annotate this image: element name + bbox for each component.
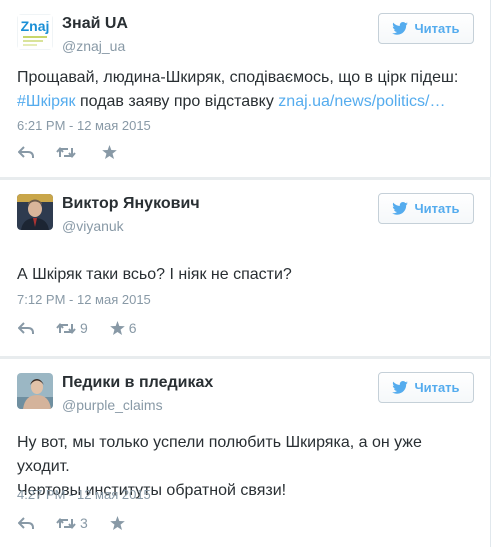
tweet-text-line: Ну вот, мы только успели полюбить Шкиряк…: [17, 434, 422, 475]
twitter-bird-icon: [392, 381, 409, 394]
tweet-card: Виктор Янукович @viyanuk Читать А Шкіряк…: [0, 180, 491, 356]
tweet-card: Znaj Знай UA @znaj_ua Читать Прощавай, л…: [0, 0, 491, 177]
user-names: Педики в пледиках @purple_claims: [62, 373, 213, 415]
follow-label: Читать: [414, 21, 460, 36]
twitter-bird-icon: [392, 22, 409, 35]
favorite-button[interactable]: [102, 145, 121, 159]
retweet-button[interactable]: 9: [56, 320, 88, 336]
tweet-timestamp[interactable]: 4:27 PM - 12 мая 2015: [17, 487, 151, 502]
tweet-actions: 9 6: [18, 320, 159, 336]
follow-label: Читать: [414, 201, 460, 216]
retweet-button[interactable]: 3: [56, 515, 88, 531]
user-handle[interactable]: @znaj_ua: [62, 36, 128, 56]
retweet-icon: [56, 146, 76, 158]
follow-button[interactable]: Читать: [378, 193, 474, 224]
display-name[interactable]: Педики в пледиках: [62, 373, 213, 393]
favorite-button[interactable]: 6: [109, 320, 137, 336]
star-icon: [109, 321, 125, 335]
hashtag-link[interactable]: #Шкіряк: [17, 93, 76, 110]
reply-icon: [18, 145, 34, 158]
follow-label: Читать: [414, 380, 460, 395]
follow-button[interactable]: Читать: [378, 13, 474, 44]
tweet-text: Прощавай, людина-Шкиряк, сподіваємось, щ…: [17, 66, 472, 114]
reply-button[interactable]: [18, 516, 34, 530]
user-names: Виктор Янукович @viyanuk: [62, 194, 200, 236]
retweet-count: 9: [80, 320, 88, 336]
user-handle[interactable]: @purple_claims: [62, 395, 213, 415]
retweet-icon: [56, 517, 76, 529]
znaj-logo-icon[interactable]: Znaj: [17, 14, 53, 50]
retweet-count: 3: [80, 515, 88, 531]
favorite-button[interactable]: [109, 516, 129, 530]
tweet-text: А Шкіряк таки всьо? І ніяк не спасти?: [17, 266, 292, 283]
url-link[interactable]: znaj.ua/news/politics/…: [278, 93, 445, 110]
display-name[interactable]: Виктор Янукович: [62, 194, 200, 214]
retweet-icon: [56, 322, 76, 334]
tweet-text-part: Прощавай, людина-Шкиряк, сподіваємось, щ…: [17, 69, 459, 86]
tweet-text-part: подав заяву про відставку: [75, 93, 279, 110]
reply-button[interactable]: [18, 321, 34, 335]
twitter-bird-icon: [392, 202, 409, 215]
reply-button[interactable]: [18, 145, 34, 159]
favorite-count: 6: [128, 320, 137, 336]
reply-icon: [18, 321, 34, 334]
person-avatar-icon[interactable]: [17, 194, 53, 230]
tweet-card: Педики в пледиках @purple_claims Читать …: [0, 359, 491, 547]
user-handle[interactable]: @viyanuk: [62, 216, 200, 236]
user-names: Знай UA @znaj_ua: [62, 14, 128, 56]
tweet-actions: [18, 145, 143, 159]
tweet-timestamp[interactable]: 7:12 PM - 12 мая 2015: [17, 292, 151, 307]
reply-icon: [18, 516, 34, 529]
star-icon: [102, 145, 117, 159]
tweet-actions: 3: [18, 515, 151, 531]
tweet-timestamp[interactable]: 6:21 PM - 12 мая 2015: [17, 118, 151, 133]
follow-button[interactable]: Читать: [378, 372, 474, 403]
person-avatar-icon[interactable]: [17, 373, 53, 409]
svg-text:Znaj: Znaj: [21, 18, 50, 34]
star-icon: [109, 516, 125, 530]
retweet-button[interactable]: [56, 146, 80, 159]
display-name[interactable]: Знай UA: [62, 14, 128, 34]
